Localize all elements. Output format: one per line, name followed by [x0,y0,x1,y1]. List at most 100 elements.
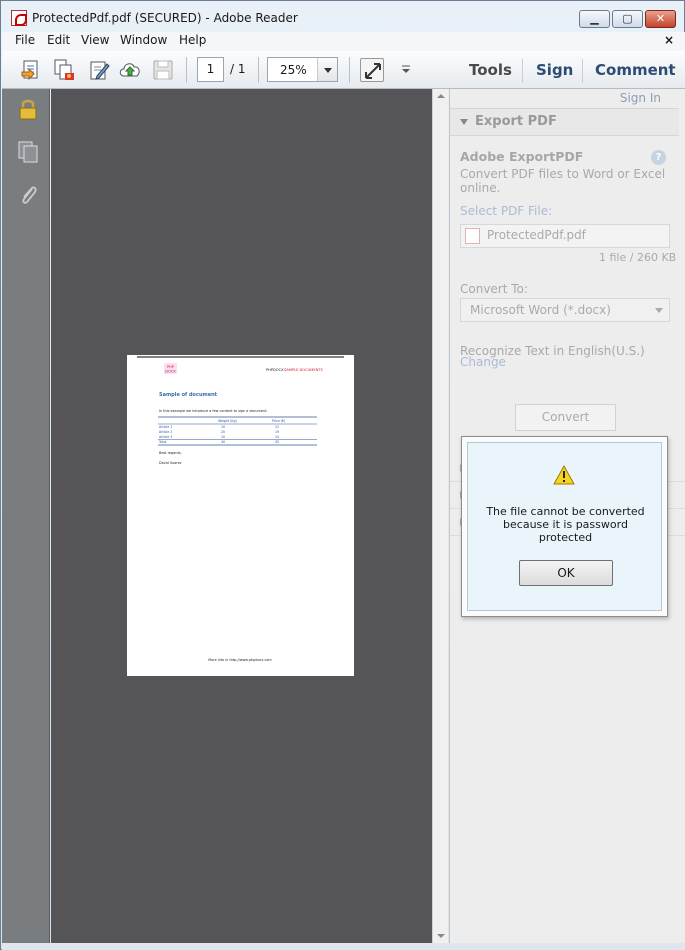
convert-to-select[interactable]: Microsoft Word (*.docx) [460,298,670,322]
chevron-down-icon [655,308,663,313]
create-pdf-icon [21,60,38,81]
pdf-page-content: PHP DOCX PHPDOCX SAMPLE DOCUMENTS Sample… [137,356,344,662]
pages-icon [18,141,38,163]
service-title: Adobe ExportPDF [460,149,584,164]
service-description: Convert PDF files to Word or Excel [460,167,666,181]
table-cell: Article 3 [159,435,172,439]
sign-in-link[interactable]: Sign In [620,91,661,105]
fit-page-button[interactable] [360,58,384,82]
document-logo-text: DOCX [165,370,176,374]
table-cell: 40 [221,440,225,444]
table-cell: Article 1 [159,425,172,429]
document-regards: Best regards, [159,451,182,455]
error-dialog-body: The file cannot be converted because it … [467,442,662,611]
chevron-down-icon [402,65,410,73]
page-number-input[interactable]: 1 [197,57,224,82]
error-message: The file cannot be converted because it … [478,505,653,544]
menu-help[interactable]: Help [179,33,206,47]
document-heading: Sample of document [159,392,218,398]
page-total: / 1 [230,62,246,76]
combine-icon [54,59,74,80]
document-view[interactable]: PHP DOCX PHPDOCX SAMPLE DOCUMENTS Sample… [51,89,432,943]
app-window: ProtectedPdf.pdf (SECURED) - Adobe Reade… [0,0,685,950]
sign-pane-button[interactable]: Sign [536,61,573,79]
document-scrollbar[interactable] [432,89,448,943]
error-message-line: protected [538,531,593,544]
table-cell: 14 [275,435,279,439]
table-cell: 45 [275,440,279,444]
error-dialog: The file cannot be converted because it … [461,436,668,617]
selected-file-name: ProtectedPdf.pdf [487,228,586,242]
pdf-file-icon [465,228,480,244]
toolbar-options-button[interactable] [394,58,410,82]
ok-button[interactable]: OK [519,560,613,586]
attachments-button[interactable] [16,183,40,207]
close-icon: ✕ [655,12,666,25]
select-file-label: Select PDF File: [460,204,553,218]
toolbar-separator [258,57,259,83]
warning-icon [553,465,575,485]
toolbar-separator [582,59,583,83]
maximize-button[interactable]: ▢ [612,10,643,28]
change-language-link[interactable]: Change [460,355,506,369]
toolbar-separator [522,59,523,83]
upload-button[interactable] [118,58,142,82]
table-cell: 20 [221,430,225,434]
save-button[interactable] [151,58,175,82]
edit-button[interactable] [87,58,111,82]
pdf-app-icon [11,10,27,26]
chevron-down-icon[interactable] [317,58,337,81]
table-cell: 12 [275,425,279,429]
menu-view[interactable]: View [81,33,109,47]
title-bar: ProtectedPdf.pdf (SECURED) - Adobe Reade… [1,1,684,33]
page-thumbnails-button[interactable] [16,140,40,164]
navigation-pane [2,89,50,943]
document-footer: More info in http://www.phpdocx.com [208,658,272,662]
scroll-down-icon[interactable] [437,934,445,938]
table-cell: Article 2 [159,430,172,434]
selected-file-field[interactable]: ProtectedPdf.pdf [460,224,670,248]
save-icon [153,60,173,80]
combine-files-button[interactable] [52,58,76,82]
menu-edit[interactable]: Edit [47,33,70,47]
convert-to-value: Microsoft Word (*.docx) [470,303,611,317]
close-window-button[interactable]: ✕ [645,10,676,28]
window-bottom-edge [2,943,685,950]
error-message-line: because it is password [503,518,628,531]
file-info: 1 file / 260 KB [599,251,677,264]
table-cell: 10 [221,435,225,439]
security-button[interactable] [16,97,40,121]
scroll-up-icon[interactable] [437,94,445,98]
export-pdf-label: Export PDF [475,114,557,129]
document-header-tag: SAMPLE DOCUMENTS [284,368,323,372]
tools-pane-button[interactable]: Tools [469,61,512,79]
document-intro: In this example we introduce a few conte… [159,409,268,413]
document-header-brand: PHPDOCX [266,368,284,372]
minimize-icon: ▁ [590,12,599,25]
document-logo-text: PHP [167,365,175,369]
maximize-icon: ▢ [622,12,633,25]
menu-window[interactable]: Window [120,33,167,47]
table-header: Price (€) [272,419,285,423]
upload-icon [119,63,140,77]
zoom-value: 25% [280,63,307,77]
minimize-button[interactable]: ▁ [579,10,610,28]
zoom-select[interactable]: 25% [267,57,338,82]
close-document-icon[interactable]: × [664,33,674,47]
toolbar: 1 / 1 25% Tools Sign Comment [2,51,685,89]
help-icon[interactable]: ? [651,150,666,165]
pdf-page: PHP DOCX PHPDOCX SAMPLE DOCUMENTS Sample… [127,355,354,676]
table-cell: 10 [221,425,225,429]
menu-file[interactable]: File [15,33,35,47]
table-cell: 19 [275,430,279,434]
convert-to-label: Convert To: [460,282,528,296]
create-pdf-button[interactable] [20,58,44,82]
export-pdf-section-header[interactable]: Export PDF [450,108,679,136]
convert-button[interactable]: Convert [515,404,616,431]
window-title: ProtectedPdf.pdf (SECURED) - Adobe Reade… [32,11,298,25]
comment-pane-button[interactable]: Comment [595,61,676,79]
service-description-cont: online. [460,181,501,195]
table-cell: Total [158,440,167,444]
edit-icon [90,61,110,80]
fit-page-icon [365,63,381,79]
